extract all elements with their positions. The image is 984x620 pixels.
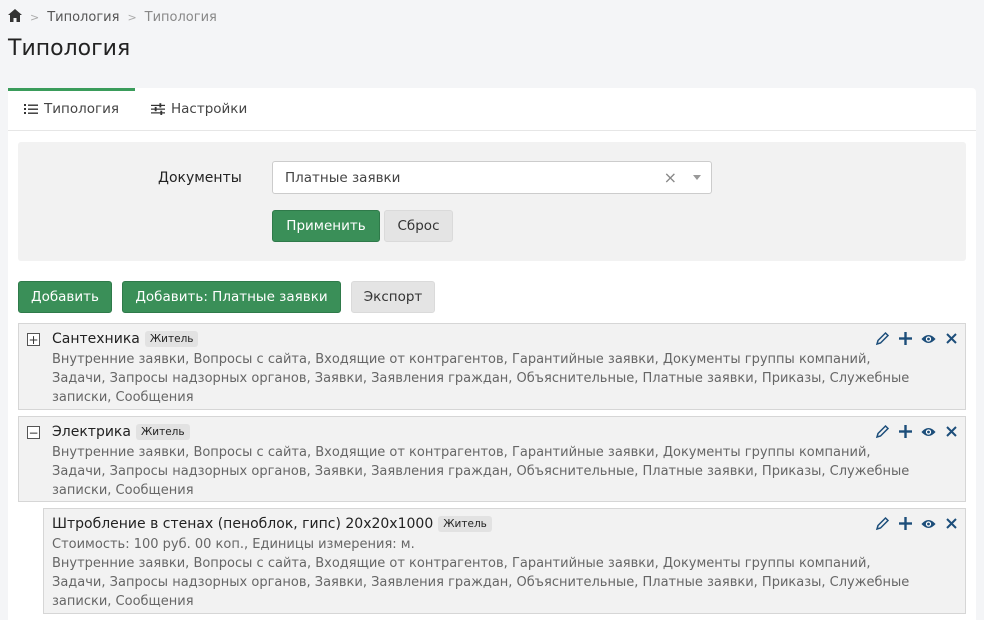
clear-icon[interactable]: × [664,168,677,187]
pencil-icon[interactable] [875,516,890,531]
item-tools [875,331,959,346]
status-badge: Житель [144,331,199,347]
expand-toggle[interactable]: + [27,333,40,346]
reset-button[interactable]: Сброс [384,210,453,242]
item-title: Штробление в стенах (пеноблок, гипс) 20х… [52,516,492,532]
select-value: Платные заявки [285,169,401,186]
breadcrumb-link[interactable]: Типология [47,10,119,25]
item-tools [875,516,959,531]
item-description: Внутренние заявки, Вопросы с сайта, Вход… [52,445,910,498]
child-list-item: Штробление в стенах (пеноблок, гипс) 20х… [43,508,966,614]
item-tools [875,424,959,439]
add-paid-button[interactable]: Добавить: Платные заявки [122,281,341,313]
item-description: Внутренние заявки, Вопросы с сайта, Вход… [52,352,910,405]
pencil-icon[interactable] [875,424,890,439]
item-description: Внутренние заявки, Вопросы с сайта, Вход… [52,556,910,609]
documents-label: Документы [158,170,242,186]
sliders-icon [150,102,165,116]
plus-icon[interactable] [898,424,913,439]
item-title-text: Сантехника [52,331,140,347]
tab-label: Настройки [170,101,248,117]
item-title: Электрика Житель [52,424,190,440]
main-card: Типология Настройки Документы Платные за… [8,88,976,620]
tab-bar: Типология Настройки [8,88,976,131]
export-button[interactable]: Экспорт [351,281,435,313]
close-icon[interactable] [944,516,959,531]
apply-button[interactable]: Применить [272,210,380,242]
eye-icon[interactable] [921,516,936,531]
breadcrumb: > Типология > Типология [8,9,217,26]
list-item: − Электрика Житель Внутренние заявки, Во… [18,416,966,502]
filter-panel: Документы Платные заявки × Применить Сбр… [18,142,966,261]
plus-icon[interactable] [898,516,913,531]
chevron-down-icon[interactable] [693,175,701,180]
breadcrumb-separator: > [30,11,40,24]
add-button[interactable]: Добавить [18,281,112,313]
plus-icon[interactable] [898,331,913,346]
breadcrumb-current: Типология [144,10,217,25]
documents-select[interactable]: Платные заявки × [272,161,712,194]
eye-icon[interactable] [921,424,936,439]
close-icon[interactable] [944,331,959,346]
pencil-icon[interactable] [875,331,890,346]
page-title: Типология [8,36,131,61]
tab-label: Типология [44,101,119,117]
item-title-text: Электрика [52,424,131,440]
item-title-text: Штробление в стенах (пеноблок, гипс) 20х… [52,516,434,532]
item-title: Сантехника Житель [52,331,199,347]
collapse-toggle[interactable]: − [27,426,40,439]
tab-settings[interactable]: Настройки [135,88,263,130]
item-cost: Стоимость: 100 руб. 00 коп., Единицы изм… [52,537,415,552]
home-icon[interactable] [8,9,22,26]
breadcrumb-separator: > [127,11,137,24]
eye-icon[interactable] [921,331,936,346]
list-item: + Сантехника Житель Внутренние заявки, В… [18,323,966,410]
tab-typology[interactable]: Типология [8,88,135,130]
list-icon [24,102,38,116]
status-badge: Житель [135,424,190,440]
close-icon[interactable] [944,424,959,439]
status-badge: Житель [438,516,492,532]
